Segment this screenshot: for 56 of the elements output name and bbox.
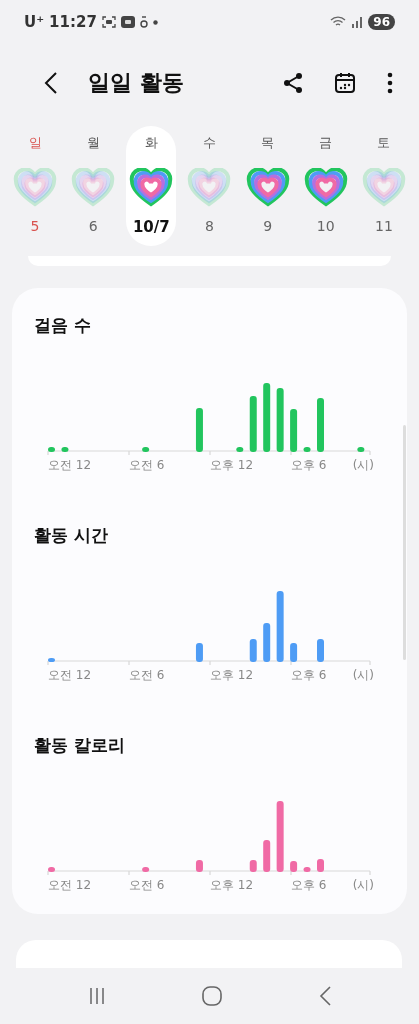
day-item[interactable]: 수 8 xyxy=(184,126,235,246)
page-title: 일일 활동 xyxy=(88,69,185,97)
carrier-label: U⁺ xyxy=(24,13,45,31)
axis-label: 오후 6 xyxy=(291,877,327,894)
date-label: 10/7 xyxy=(132,218,170,236)
axis-label: 오전 6 xyxy=(129,667,165,684)
notification-icon xyxy=(139,16,148,28)
axis-label: 오전 12 xyxy=(48,877,92,894)
date-label: 9 xyxy=(263,218,273,234)
axis-unit: (시) xyxy=(352,457,374,474)
date-label: 10 xyxy=(316,218,335,234)
battery-level: 96 xyxy=(368,14,395,30)
day-item[interactable]: 목 9 xyxy=(242,126,293,246)
axis-label: 오전 6 xyxy=(129,877,165,894)
back-icon xyxy=(44,72,58,94)
day-item[interactable]: 토 11 xyxy=(358,126,409,246)
day-item[interactable]: 월 6 xyxy=(68,126,119,246)
home-icon xyxy=(202,986,223,1006)
date-label: 6 xyxy=(88,218,98,234)
recent-apps-icon xyxy=(88,988,107,1004)
date-label: 5 xyxy=(30,218,40,234)
axis-label: 오전 12 xyxy=(48,457,92,474)
wifi-icon xyxy=(330,16,347,28)
share-icon xyxy=(283,72,303,94)
section-title: 활동 시간 xyxy=(34,524,109,547)
screenshot-icon xyxy=(101,16,116,28)
axis-label: 오후 12 xyxy=(210,877,254,894)
calendar-icon xyxy=(335,72,355,94)
weekday-label: 토 xyxy=(377,134,391,152)
weekday-label: 금 xyxy=(319,134,333,152)
date-label: 11 xyxy=(375,218,393,234)
axis-label: 오전 12 xyxy=(48,667,92,684)
axis-label: 오후 12 xyxy=(210,457,254,474)
weekday-label: 목 xyxy=(261,134,275,152)
signal-icon xyxy=(351,16,364,28)
axis-label: 오후 12 xyxy=(210,667,254,684)
axis-unit: (시) xyxy=(352,667,374,684)
day-item[interactable]: 일 5 xyxy=(10,126,60,246)
clock: 11:27 xyxy=(49,13,97,31)
weekday-label: 월 xyxy=(86,134,100,152)
section-title: 활동 칼로리 xyxy=(34,734,126,757)
app-icon xyxy=(120,16,135,28)
weekday-label: 일 xyxy=(28,134,42,152)
axis-label: 오전 6 xyxy=(129,457,165,474)
axis-label: 오후 6 xyxy=(291,457,327,474)
more-options-icon xyxy=(387,72,393,94)
weekday-label: 수 xyxy=(202,134,216,152)
back-icon xyxy=(318,986,331,1006)
weekday-label: 화 xyxy=(144,134,158,152)
dot-icon xyxy=(152,19,158,25)
day-item[interactable]: 화 10/7 xyxy=(126,126,177,246)
day-item[interactable]: 금 10 xyxy=(300,126,351,246)
axis-unit: (시) xyxy=(352,877,374,894)
date-label: 8 xyxy=(205,218,214,234)
axis-label: 오후 6 xyxy=(291,667,327,684)
section-title: 걸음 수 xyxy=(34,314,92,337)
